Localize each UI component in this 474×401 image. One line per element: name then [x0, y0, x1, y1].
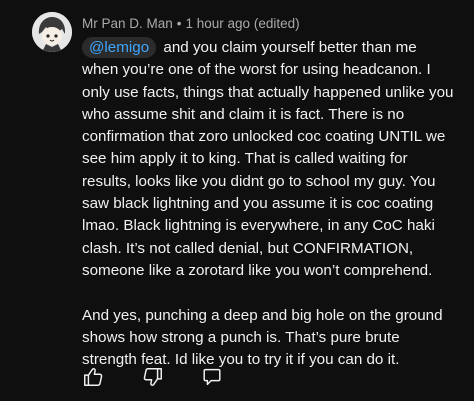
avatar[interactable] [32, 12, 72, 52]
comment-paragraph-text: and you claim yourself better than me wh… [82, 39, 454, 279]
reply-button[interactable] [202, 366, 222, 388]
comment-body: @lemigo and you claim yourself better th… [82, 37, 454, 371]
meta-separator: • [176, 16, 182, 31]
thumbs-down-icon [143, 368, 162, 386]
avatar-image [32, 12, 72, 52]
comment-timestamp[interactable]: 1 hour ago (edited) [186, 16, 300, 31]
mention-link[interactable]: @lemigo [82, 37, 157, 58]
dislike-button[interactable] [142, 366, 164, 388]
comment-header: Mr Pan D. Man • 1 hour ago (edited) [82, 16, 300, 31]
reply-icon [203, 368, 221, 386]
like-button[interactable] [82, 366, 104, 388]
thumbs-up-icon [84, 368, 103, 386]
comment-paragraph-text: And yes, punching a deep and big hole on… [82, 306, 443, 369]
comment-paragraph: And yes, punching a deep and big hole on… [82, 305, 454, 372]
author-name[interactable]: Mr Pan D. Man [82, 16, 173, 31]
comment: Mr Pan D. Man • 1 hour ago (edited) @lemig… [0, 0, 474, 401]
comment-paragraph: @lemigo and you claim yourself better th… [82, 37, 454, 282]
